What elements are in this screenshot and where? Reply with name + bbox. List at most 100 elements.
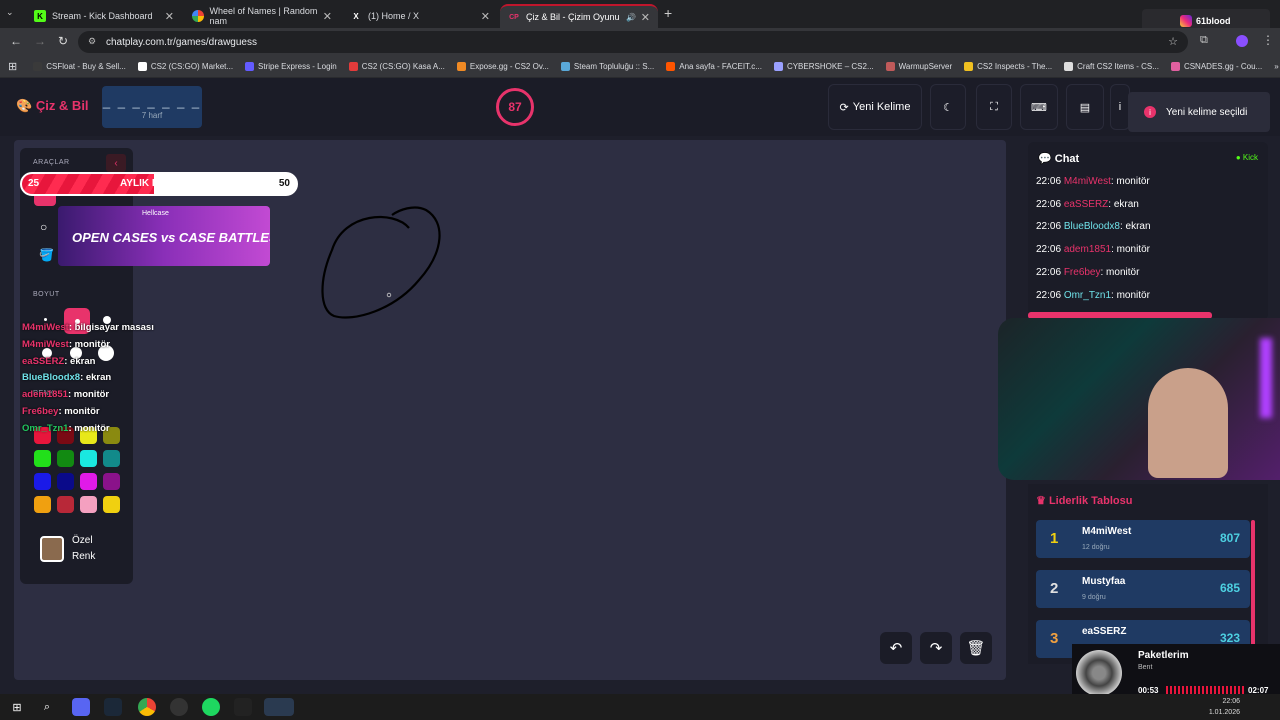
color-swatch[interactable]: [103, 450, 120, 467]
overlay-chat-user: Omr_Tzn1: [22, 422, 69, 434]
windows-start-icon[interactable]: ⊞: [8, 698, 26, 716]
obs-icon[interactable]: [170, 698, 188, 716]
chat-username: eaSSERZ: [1063, 198, 1109, 210]
steam-icon[interactable]: [104, 698, 122, 716]
fullscreen-button[interactable]: ⛶: [976, 84, 1012, 130]
color-swatch[interactable]: [80, 473, 97, 490]
word-hint-box: _ _ _ _ _ _ _ 7 harf: [102, 86, 202, 128]
clear-button[interactable]: 🗑: [960, 632, 992, 664]
new-tab-button[interactable]: +: [664, 5, 672, 21]
info-icon: i: [1118, 101, 1122, 113]
info-button[interactable]: i: [1110, 84, 1130, 130]
dark-mode-button[interactable]: ☾: [930, 84, 966, 130]
tab-title: Stream - Kick Dashboard: [52, 11, 153, 21]
reload-icon[interactable]: ↻: [58, 34, 68, 48]
app-logo[interactable]: 🎨 Çiz & Bil: [16, 98, 89, 114]
track-artist: Bent: [1138, 664, 1153, 671]
close-icon[interactable]: ✕: [481, 10, 490, 23]
leaderboard-title: ♛ Liderlik Tablosu: [1036, 495, 1133, 507]
circle-tool-button[interactable]: ○: [40, 220, 47, 234]
custom-color-label[interactable]: Özel Renk: [72, 533, 95, 565]
sponsor-brand: Hellcase: [142, 210, 169, 217]
new-word-button[interactable]: ⟳ Yeni Kelime: [828, 84, 922, 130]
chrome-icon[interactable]: [138, 698, 156, 716]
overlay-chat-line: M4miWest: bilgisayar masası: [22, 322, 154, 333]
color-swatch[interactable]: [57, 473, 74, 490]
tab-ciz-bil[interactable]: CP Çiz & Bil - Çizim Oyunu 🔊 ✕: [500, 4, 658, 28]
bookmark-favicon-icon: [245, 62, 255, 71]
bookmark-item[interactable]: CS2 (CS:GO) Market...: [137, 62, 233, 71]
bookmark-item[interactable]: Steam Topluluğu :: S...: [560, 62, 654, 71]
close-icon[interactable]: ✕: [323, 10, 332, 23]
bookmark-item[interactable]: CSNADES.gg - Cou...: [1170, 62, 1262, 71]
redo-button[interactable]: ↷: [920, 632, 952, 664]
bookmark-item[interactable]: CSFloat - Buy & Sell...: [33, 62, 126, 71]
leaderboard-name: Mustyfaa: [1082, 576, 1126, 587]
leaderboard-row: 2 Mustyfaa 9 doğru 685: [1036, 570, 1250, 608]
close-icon[interactable]: ✕: [165, 10, 174, 23]
color-swatch[interactable]: [34, 496, 51, 513]
color-swatch[interactable]: [103, 473, 120, 490]
color-swatch[interactable]: [103, 496, 120, 513]
fill-tool-button[interactable]: 🪣: [39, 248, 54, 262]
undo-button[interactable]: ↶: [880, 632, 912, 664]
tab-wheel[interactable]: W Wheel of Names | Random nam ✕: [184, 4, 340, 28]
collapse-panel-button[interactable]: ‹: [106, 154, 126, 172]
archive-button[interactable]: ▤: [1066, 84, 1104, 130]
leaderboard-correct: 9 doğru: [1082, 594, 1106, 601]
color-swatch[interactable]: [80, 450, 97, 467]
goal-title: AYLIK DESTEKS: [120, 178, 200, 189]
system-clock[interactable]: 22:06 1.01.2026: [1209, 696, 1240, 718]
bookmark-item[interactable]: Expose.gg - CS2 Ov...: [456, 62, 549, 71]
chat-timestamp: 22:06: [1036, 244, 1062, 256]
tab-kick[interactable]: K Stream - Kick Dashboard ✕: [26, 4, 182, 28]
app-icon[interactable]: [234, 698, 252, 716]
bookmark-item[interactable]: Ana sayfa - FACEIT.c...: [666, 62, 762, 71]
keyboard-button[interactable]: ⌨: [1020, 84, 1058, 130]
back-icon[interactable]: ←: [10, 34, 22, 48]
tab-x[interactable]: X (1) Home / X ✕: [342, 4, 498, 28]
menu-icon[interactable]: ⋮: [1262, 33, 1274, 47]
extensions-icon[interactable]: ⧉: [1200, 34, 1208, 47]
forward-icon[interactable]: →: [34, 34, 46, 48]
bookmark-item[interactable]: CS2 Inspects - The...: [964, 62, 1052, 71]
color-swatch[interactable]: [57, 496, 74, 513]
bookmark-item[interactable]: CS2 (CS:GO) Kasa A...: [348, 62, 445, 71]
apps-grid-icon[interactable]: ⊞: [8, 60, 17, 73]
chat-message: 22:06 BlueBloodx8: ekran: [1036, 221, 1151, 232]
bookmark-star-icon[interactable]: ☆: [1168, 35, 1178, 48]
profile-avatar[interactable]: [1236, 35, 1248, 47]
leaderboard-scrollbar[interactable]: [1251, 520, 1255, 660]
chat-timestamp: 22:06: [1036, 198, 1062, 210]
keyboard-icon: ⌨: [1031, 101, 1047, 114]
discord-icon[interactable]: [72, 698, 90, 716]
audio-icon[interactable]: 🔊: [626, 13, 636, 22]
color-swatch[interactable]: [34, 473, 51, 490]
leaderboard-rank: 1: [1050, 530, 1059, 547]
bookmarks-overflow-icon[interactable]: »: [1274, 62, 1278, 71]
bookmark-item[interactable]: CYBERSHOKE – CS2...: [773, 62, 874, 71]
search-icon[interactable]: ⌕: [38, 698, 56, 716]
chat-bubble-icon: 💬: [1038, 153, 1052, 165]
tools-heading: ARAÇLAR: [33, 159, 70, 166]
chat-text: : monitör: [1111, 244, 1150, 256]
word-dashes: _ _ _ _ _ _ _: [102, 94, 202, 109]
tab-search-button[interactable]: ⌄: [6, 7, 22, 21]
bookmark-item[interactable]: Craft CS2 Items - CS...: [1064, 62, 1159, 71]
bookmark-item[interactable]: WarmupServer: [885, 62, 952, 71]
color-swatch[interactable]: [57, 450, 74, 467]
trash-icon: 🗑: [966, 640, 986, 657]
moon-icon: ☾: [943, 101, 953, 114]
spotify-icon[interactable]: [202, 698, 220, 716]
size-option-small[interactable]: [44, 318, 47, 321]
track-title: Paketlerim: [1138, 650, 1189, 661]
url-field[interactable]: ⚙ chatplay.com.tr/games/drawguess ☆: [78, 31, 1188, 53]
windows-taskbar: ⊞ ⌕ 22:06 1.01.2026: [0, 694, 1280, 720]
steam-active-icon[interactable]: [264, 698, 294, 716]
site-info-icon[interactable]: ⚙: [88, 36, 96, 47]
color-swatch[interactable]: [80, 496, 97, 513]
color-swatch[interactable]: [34, 450, 51, 467]
custom-color-swatch[interactable]: [40, 536, 64, 562]
close-icon[interactable]: ✕: [641, 11, 650, 24]
bookmark-item[interactable]: Stripe Express - Login: [245, 62, 337, 71]
